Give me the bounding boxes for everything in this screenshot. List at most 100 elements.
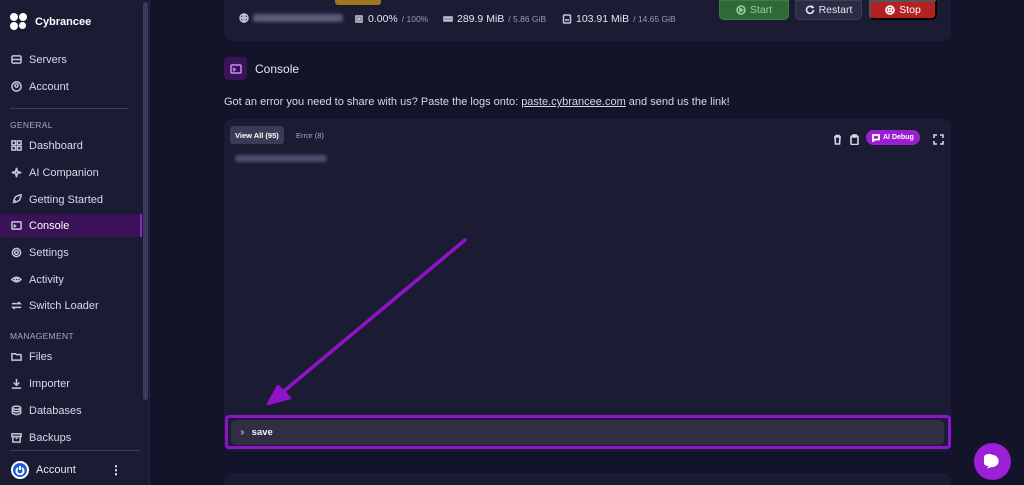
server-address [239,13,343,23]
prompt-chevron-icon: ›› [240,427,244,438]
sidebar-item-label: Dashboard [29,139,83,152]
command-input-wrapper[interactable]: ›› [231,420,944,445]
sidebar-divider [10,108,128,109]
disk-stat: 103.91 MiB / 14.65 GiB [562,13,676,25]
disk-icon [562,14,572,24]
sidebar-item-label: Getting Started [29,193,103,206]
swap-icon [11,300,22,311]
support-chat-button[interactable] [974,443,1011,480]
command-input[interactable] [251,427,852,438]
disk-limit: / 14.65 GiB [633,14,676,24]
sidebar-item-backups[interactable]: Backups [0,426,142,449]
sidebar: Cybrancee Servers Account GENERAL Dashbo… [0,0,150,485]
sidebar-item-label: Settings [29,246,69,259]
download-icon [11,378,22,389]
account-footer-label: Account [36,464,76,476]
sparkle-icon [11,167,22,178]
notice-text-suffix: and send us the link! [625,96,730,108]
bottom-card [224,473,951,485]
status-badge [335,0,381,5]
brand-logo-icon [10,13,28,31]
sidebar-item-settings[interactable]: Settings [0,241,142,264]
cpu-icon [355,15,363,23]
sidebar-item-files[interactable]: Files [0,345,142,368]
sidebar-item-label: Activity [29,273,64,286]
restart-icon [805,5,814,15]
restart-button[interactable]: Restart [795,0,862,20]
sidebar-item-label: AI Companion [29,166,99,179]
sidebar-item-activity[interactable]: Activity [0,268,142,291]
sidebar-item-ai-companion[interactable]: AI Companion [0,161,142,184]
dashboard-icon [11,140,22,151]
cpu-value: 0.00% [368,13,398,25]
ai-debug-label: AI Debug [883,134,914,141]
tab-view-all[interactable]: View All (95) [230,126,284,144]
sidebar-item-label: Backups [29,431,72,444]
ai-debug-button[interactable]: AI Debug [866,130,920,145]
cpu-limit: / 100% [401,14,429,24]
console-header: Console [224,57,299,80]
eye-icon [11,274,22,285]
trash-icon[interactable] [832,132,843,145]
notice-text-prefix: Got an error you need to share with us? … [224,96,522,108]
start-button[interactable]: Start [719,0,789,20]
restart-button-label: Restart [818,4,853,16]
disk-value: 103.91 MiB [576,13,630,25]
brand-name: Cybrancee [35,16,92,28]
database-icon [11,405,22,416]
server-icon [11,54,22,65]
brand[interactable]: Cybrancee [10,13,91,31]
clipboard-icon[interactable] [849,132,860,146]
sidebar-item-importer[interactable]: Importer [0,372,142,395]
sidebar-item-label: Importer [29,377,70,390]
sidebar-divider [10,450,140,451]
sidebar-item-label: Databases [29,404,82,417]
sidebar-item-switch-loader[interactable]: Switch Loader [0,294,142,317]
server-stats-card: 0.00% / 100% 289.9 MiB / 5.86 GiB 103.91… [224,0,951,41]
fullscreen-icon[interactable] [933,132,944,145]
folder-icon [11,351,22,362]
terminal-icon [224,57,247,80]
console-panel: View All (95) Error (8) AI Debug ›› [224,119,951,452]
sidebar-item-getting-started[interactable]: Getting Started [0,188,142,211]
chat-bubble-icon [872,133,880,142]
memory-value: 289.9 MiB [457,13,505,25]
sidebar-item-label: Servers [29,53,67,66]
paste-notice: Got an error you need to share with us? … [224,96,730,108]
account-footer[interactable]: Account ⋮ [0,455,142,485]
sidebar-item-dashboard[interactable]: Dashboard [0,134,142,157]
sidebar-item-label: Account [29,80,69,93]
sidebar-item-console[interactable]: Console [0,214,142,237]
console-log-line-redacted [235,155,327,162]
stop-icon [885,5,895,15]
sidebar-item-servers[interactable]: Servers [0,48,142,71]
section-label-general: GENERAL [10,120,53,130]
archive-icon [11,432,22,443]
globe-icon [239,13,249,23]
terminal-icon [11,220,22,231]
server-ip-redacted [253,14,343,22]
more-options-icon[interactable]: ⋮ [110,463,122,477]
play-icon [736,5,746,15]
paste-link[interactable]: paste.cybrancee.com [521,96,626,108]
start-button-label: Start [749,4,773,16]
sidebar-item-label: Switch Loader [29,299,99,312]
tab-errors[interactable]: Error (8) [291,126,329,144]
sidebar-item-label: Files [29,350,53,363]
sidebar-item-label: Console [29,219,70,232]
stop-button[interactable]: Stop [869,0,937,20]
memory-limit: / 5.86 GiB [508,14,547,24]
stop-button-label: Stop [899,4,921,16]
user-circle-icon [11,81,22,92]
cpu-stat: 0.00% / 100% [354,13,428,25]
sidebar-item-databases[interactable]: Databases [0,399,142,422]
memory-icon [443,16,453,22]
page-title: Console [255,61,300,76]
chat-icon [984,453,999,469]
avatar [11,461,29,479]
sidebar-scrollbar[interactable] [143,2,148,400]
section-label-management: MANAGEMENT [10,331,74,341]
gear-icon [11,247,22,258]
rocket-icon [11,194,22,205]
sidebar-item-account[interactable]: Account [0,75,142,98]
